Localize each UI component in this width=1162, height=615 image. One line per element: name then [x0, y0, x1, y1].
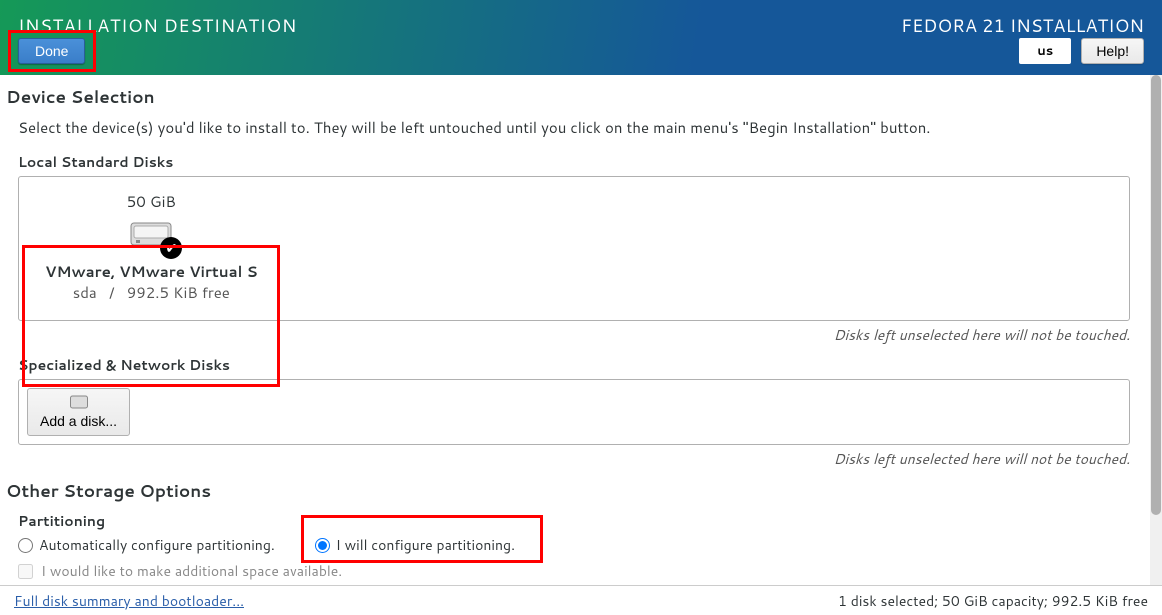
radio-auto-partition[interactable]: [18, 538, 33, 553]
local-disks-label: Local Standard Disks: [18, 152, 1144, 172]
disk-dev: sda: [73, 282, 97, 303]
device-selection-heading: Device Selection: [6, 85, 1144, 109]
local-disks-container: 50 GiB ✔ VMware, VMware Virtual S sda / …: [18, 176, 1130, 321]
add-disk-label: Add a disk...: [40, 413, 117, 429]
keyboard-layout-indicator[interactable]: us: [1019, 38, 1071, 64]
add-disk-button[interactable]: Add a disk...: [27, 388, 130, 436]
device-selection-instruction: Select the device(s) you'd like to insta…: [18, 117, 1144, 138]
hard-drive-icon: [70, 395, 88, 409]
partitioning-radios: Automatically configure partitioning. I …: [18, 535, 1144, 555]
local-disks-note: Disks left unselected here will not be t…: [6, 325, 1130, 345]
checkbox-additional-space[interactable]: [18, 564, 33, 579]
network-disks-label: Specialized & Network Disks: [18, 355, 1144, 375]
done-button[interactable]: Done: [18, 38, 85, 64]
disk-item[interactable]: 50 GiB ✔ VMware, VMware Virtual S sda / …: [25, 183, 278, 311]
disk-free: 992.5 KiB free: [127, 282, 230, 303]
header-bar: INSTALLATION DESTINATION FEDORA 21 INSTA…: [0, 0, 1162, 75]
footer-status: 1 disk selected; 50 GiB capacity; 992.5 …: [838, 591, 1148, 611]
additional-space-row: I would like to make additional space av…: [18, 561, 1144, 581]
scrollbar-thumb[interactable]: [1151, 75, 1161, 515]
storage-options-heading: Other Storage Options: [6, 479, 1144, 503]
network-disks-note: Disks left unselected here will not be t…: [6, 449, 1130, 469]
main-content: Device Selection Select the device(s) yo…: [0, 75, 1162, 585]
help-button[interactable]: Help!: [1081, 38, 1144, 64]
disk-sep: /: [109, 282, 114, 303]
radio-manual-partition[interactable]: [315, 538, 330, 553]
disk-icon-wrap: ✔: [130, 220, 172, 253]
disk-model: VMware, VMware Virtual S: [45, 261, 258, 282]
radio-manual-label[interactable]: I will configure partitioning.: [336, 535, 515, 555]
radio-auto-label[interactable]: Automatically configure partitioning.: [39, 535, 275, 555]
product-label: FEDORA 21 INSTALLATION: [901, 12, 1144, 38]
disk-summary-link[interactable]: Full disk summary and bootloader...: [14, 591, 244, 611]
network-disks-container: Add a disk...: [18, 379, 1130, 445]
footer-bar: Full disk summary and bootloader... 1 di…: [0, 585, 1162, 615]
disk-info: sda / 992.5 KiB free: [45, 282, 258, 303]
disk-size: 50 GiB: [45, 191, 258, 212]
partitioning-label: Partitioning: [18, 511, 1144, 531]
check-icon: ✔: [160, 237, 182, 259]
additional-space-label: I would like to make additional space av…: [41, 561, 342, 581]
